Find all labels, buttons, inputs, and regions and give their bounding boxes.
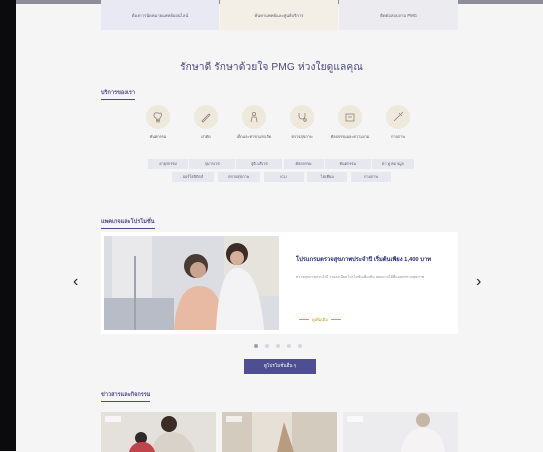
chip[interactable]: ตรวจสุขภาพ [217,172,260,182]
chip[interactable]: กายภาพ [351,172,391,182]
promo-card[interactable]: โปรแกรมตรวจสุขภาพประจำปี เริ่มต้นเพียง 1… [101,232,458,334]
carousel-prev-button[interactable]: ‹ [73,274,78,290]
news-section-title: ข่าวสารและกิจกรรม [101,391,151,402]
service-item-surgery[interactable]: ผ่าตัด [186,105,226,140]
service-item-beauty[interactable]: ศัลยกรรมและความงาม [330,105,370,140]
service-label: ทันตกรรม [149,135,167,139]
chip-label: กุมารเวช [204,162,220,166]
title-underline [101,99,136,100]
decor-line [330,319,341,320]
news-tag [226,416,242,422]
top-card-appointment[interactable]: ต้องการนัดหมายแพทย์ออนไลน์ [101,0,219,30]
service-label: ตรวจสุขภาพ [291,135,313,139]
news-tag [347,416,363,422]
carousel-dots [254,344,302,348]
page-headline: รักษาดี รักษาด้วยใจ PMG ห่วงใยดูแลคุณ [180,62,363,73]
chip-row-1: อายุรกรรม กุมารเวช สูติ-นรีเวช ศัลยกรรม … [148,159,414,169]
chip[interactable]: กุมารเวช [189,159,236,169]
chip-label: สูติ-นรีเวช [251,162,268,166]
chip-label: ทันตกรรม [339,162,356,166]
chip[interactable]: ICU [263,172,304,182]
news-list [101,412,458,452]
carousel-next-button[interactable]: › [476,274,481,290]
read-more-label: ดูเพิ่มเติม [312,317,328,322]
promo-text: โปรแกรมตรวจสุขภาพประจำปี เริ่มต้นเพียง 1… [296,254,456,280]
chip[interactable]: ออร์โธปิดิกส์ [172,172,214,182]
chip[interactable]: ตา หู คอ จมูก [371,159,414,169]
chip-row-2: ออร์โธปิดิกส์ ตรวจสุขภาพ ICU ไตเทียม กาย… [172,172,391,182]
promo-read-more-link[interactable]: ดูเพิ่มเติม [296,316,344,323]
chip[interactable]: ทันตกรรม [324,159,371,169]
promo-description: ตรวจสุขภาพประจำปี รายละเอียดโปรโมชั่นเพิ… [296,275,425,279]
chip-label: ออร์โธปิดิกส์ [182,175,204,179]
chip[interactable]: ศัลยกรรม [283,159,324,169]
service-label: ผ่าตัด [201,135,211,139]
injection-icon [386,105,410,129]
service-label: กายภาพ [391,135,405,139]
chip-label: ICU [280,175,287,179]
news-title-text: ข่าวสารและกิจกรรม [101,392,151,398]
promo-heading: โปรแกรมตรวจสุขภาพประจำปี เริ่มต้นเพียง 1… [296,257,432,263]
chip-label: ศัลยกรรม [295,162,312,166]
services-title-text: บริการของเรา [101,90,136,96]
child-icon [242,105,266,129]
service-label: เด็กและทารกแรกเกิด [236,135,272,139]
tooth-icon [146,105,170,129]
title-underline [101,228,155,229]
decor-line [299,319,309,320]
top-card-label: ต้องการนัดหมายแพทย์ออนไลน์ [131,12,189,18]
services-list: ทันตกรรม ผ่าตัด เด็กและทารกแรกเกิด ตรวจส… [138,105,418,140]
top-card-label: ติดต่อสอบถาม PMG [380,12,417,18]
promo-title-text: แพคเกจและโปรโมชั่น [101,219,155,225]
stethoscope-icon [290,105,314,129]
promo-section-title: แพคเกจและโปรโมชั่น [101,218,155,229]
chip[interactable]: อายุรกรรม [148,159,188,169]
top-card-contact[interactable]: ติดต่อสอบถาม PMG [339,0,458,30]
service-item-physio[interactable]: กายภาพ [378,105,418,140]
service-item-children[interactable]: เด็กและทารกแรกเกิด [234,105,274,140]
chip[interactable]: สูติ-นรีเวช [236,159,283,169]
carousel-dot[interactable] [276,344,280,348]
carousel-dot[interactable] [254,344,258,348]
service-label: ศัลยกรรมและความงาม [330,135,370,139]
news-card[interactable] [101,412,216,452]
chip-label: ตรวจสุขภาพ [228,175,250,179]
service-item-dental[interactable]: ทันตกรรม [138,105,178,140]
services-section-title: บริการของเรา [101,89,136,100]
scalpel-icon [194,105,218,129]
more-promotions-button[interactable]: ดูโปรโมชั่นอื่น ๆ [244,359,316,374]
chip[interactable]: ไตเทียม [307,172,348,182]
promo-image [104,236,279,330]
news-card[interactable] [222,412,337,452]
chip-label: ตา หู คอ จมูก [381,162,404,166]
chip-label: กายภาพ [364,175,378,179]
top-card-find-doctor[interactable]: ค้นหาแพทย์และศูนย์บริการ [220,0,338,30]
chip-label: อายุรกรรม [159,162,177,166]
chip-label: ไตเทียม [320,175,334,179]
beauty-icon [338,105,362,129]
top-cards: ต้องการนัดหมายแพทย์ออนไลน์ ค้นหาแพทย์และ… [101,0,458,30]
title-underline [101,401,151,402]
top-card-label: ค้นหาแพทย์และศูนย์บริการ [254,12,304,18]
news-tag [105,416,121,422]
service-item-checkup[interactable]: ตรวจสุขภาพ [282,105,322,140]
carousel-dot[interactable] [287,344,291,348]
news-card[interactable] [343,412,458,452]
carousel-dot[interactable] [298,344,302,348]
carousel-dot[interactable] [265,344,269,348]
